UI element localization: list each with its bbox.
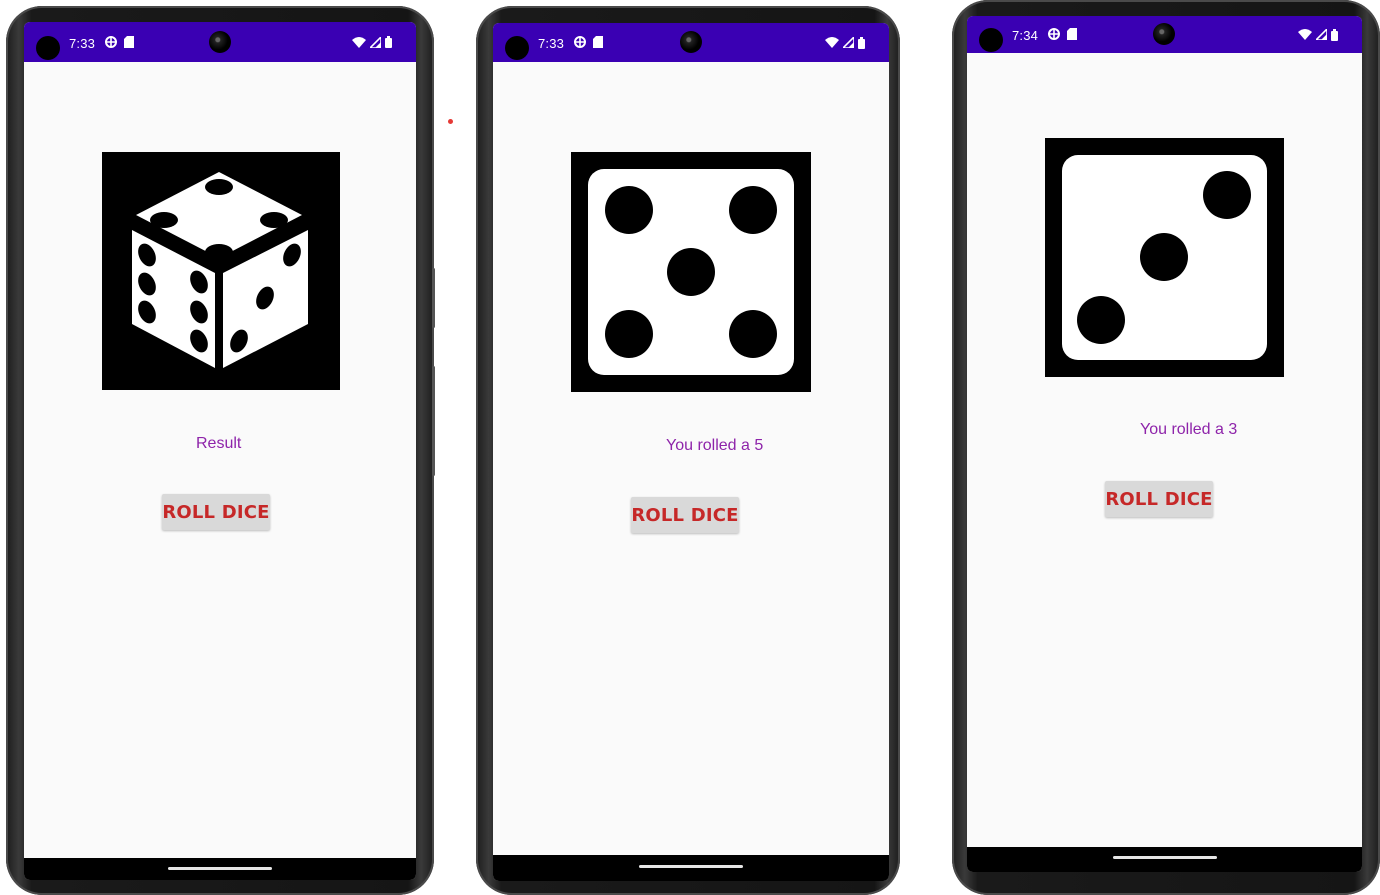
front-camera-lens [680, 31, 702, 53]
battery-icon [1331, 28, 1338, 41]
punch-hole-camera [36, 36, 60, 60]
phone-frame-1: 7:33 Result ROLL DICE [6, 6, 435, 895]
home-gesture-bar[interactable] [639, 865, 743, 868]
sd-card-icon [1067, 28, 1077, 43]
wifi-icon [825, 37, 839, 48]
app-screen-2: 7:33 You rolled a 5 ROLL DICE [493, 23, 889, 881]
status-time: 7:33 [538, 36, 565, 51]
settings-status-icon [1047, 27, 1061, 44]
status-icons [825, 23, 865, 62]
status-time: 7:33 [69, 36, 96, 51]
roll-dice-button[interactable]: ROLL DICE [1105, 481, 1213, 517]
punch-hole-camera [505, 36, 529, 60]
result-text: Result [196, 435, 242, 452]
sd-card-icon [124, 36, 134, 51]
navigation-bar [493, 855, 889, 881]
home-gesture-bar[interactable] [1112, 856, 1217, 859]
dice-3d-icon [102, 152, 340, 390]
front-camera-lens [209, 31, 231, 53]
front-camera-lens [1153, 23, 1175, 45]
roll-dice-button[interactable]: ROLL DICE [162, 494, 270, 530]
power-button [432, 366, 435, 476]
result-text: You rolled a 5 [666, 437, 764, 454]
status-icons [1298, 16, 1338, 53]
battery-icon [385, 36, 392, 48]
red-marker-dot [448, 119, 453, 124]
settings-status-icon [573, 35, 587, 52]
sd-card-icon [593, 36, 603, 51]
status-icons [352, 22, 392, 62]
status-bar: 7:33 [493, 23, 889, 62]
cell-signal-icon [1316, 29, 1327, 40]
wifi-icon [352, 36, 366, 48]
cell-signal-icon [370, 36, 381, 48]
cell-signal-icon [843, 37, 854, 48]
home-gesture-bar[interactable] [168, 867, 272, 870]
app-screen-3: 7:34 You rolled a 3 ROLL DICE [967, 16, 1362, 872]
status-bar: 7:33 [24, 22, 416, 62]
punch-hole-camera [979, 28, 1003, 52]
navigation-bar [24, 858, 416, 880]
volume-button [432, 268, 435, 328]
settings-status-icon [104, 35, 118, 52]
phone-frame-3: 7:34 You rolled a 3 ROLL DICE [952, 0, 1380, 895]
roll-dice-button[interactable]: ROLL DICE [631, 497, 739, 533]
dice-face-5-icon [571, 152, 811, 392]
status-time: 7:34 [1012, 28, 1039, 43]
wifi-icon [1298, 29, 1312, 40]
battery-icon [858, 36, 865, 49]
result-text: You rolled a 3 [1140, 421, 1238, 438]
app-screen-1: 7:33 Result ROLL DICE [24, 22, 416, 880]
status-bar: 7:34 [967, 16, 1362, 53]
dice-face-3-icon [1045, 138, 1284, 377]
phone-frame-2: 7:33 You rolled a 5 ROLL DICE [476, 6, 900, 895]
navigation-bar [967, 847, 1362, 872]
